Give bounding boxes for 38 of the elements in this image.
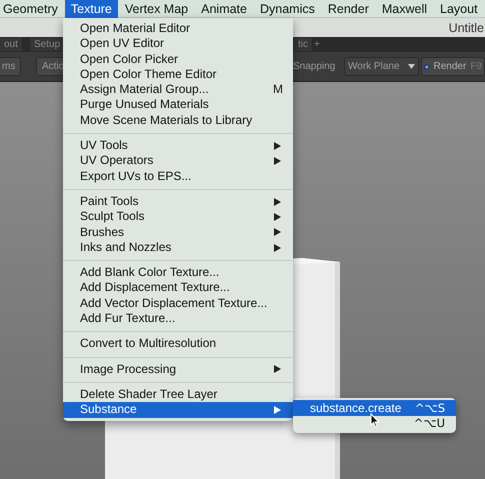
menu-item[interactable]: Convert to Multiresolution: [63, 336, 293, 352]
caret-icon: [408, 64, 415, 69]
menu-bar-item[interactable]: Layout: [434, 0, 484, 18]
work-plane-dropdown[interactable]: Work Plane: [344, 57, 419, 76]
add-tab-button[interactable]: +: [310, 38, 324, 51]
menu-item[interactable]: Move Scene Materials to Library: [63, 112, 293, 128]
menu-item[interactable]: Purge Unused Materials: [63, 97, 293, 113]
pointer-icon: [370, 413, 380, 428]
menu-bar-item[interactable]: Dynamics: [254, 0, 321, 18]
menu-item[interactable]: Paint Tools: [63, 194, 293, 210]
menu-item[interactable]: Add Displacement Texture...: [63, 280, 293, 296]
menu-item[interactable]: UV Operators: [63, 153, 293, 169]
render-label: Render: [434, 61, 466, 72]
menu-item[interactable]: Assign Material Group... M: [63, 82, 293, 98]
submenu-arrow-icon: [274, 406, 281, 414]
submenu-arrow-icon: [274, 365, 281, 374]
menu-item[interactable]: Brushes: [63, 224, 293, 240]
window-title: Untitle: [448, 20, 484, 34]
menu-item[interactable]: ^⌥U: [293, 416, 456, 431]
menu-item[interactable]: Add Fur Texture...: [63, 311, 293, 326]
menu-item[interactable]: Substance: [63, 402, 293, 418]
menu-item[interactable]: Delete Shader Tree Layer: [63, 386, 293, 402]
menu-item[interactable]: Add Blank Color Texture...: [63, 265, 293, 280]
menu-item[interactable]: Open UV Editor: [63, 36, 293, 52]
menu-bar-item[interactable]: Texture: [64, 0, 118, 18]
menu-bar-item[interactable]: Geometry: [0, 0, 64, 18]
menu-item[interactable]: Sculpt Tools: [63, 209, 293, 225]
menu-item[interactable]: Image Processing: [63, 362, 293, 377]
menu-item[interactable]: Export UVs to EPS...: [63, 168, 293, 184]
menu-item[interactable]: Add Vector Displacement Texture...: [63, 296, 293, 312]
menu-item[interactable]: UV Tools: [63, 138, 293, 154]
menu-bar-item[interactable]: Vertex Map: [118, 0, 194, 18]
menu-item[interactable]: Open Material Editor: [63, 21, 293, 36]
menu-bar-item[interactable]: Render: [322, 0, 375, 18]
menu-item[interactable]: substance.create ^⌥S: [293, 400, 456, 416]
menu-bar-item[interactable]: Maxwell: [376, 0, 434, 18]
menu-item[interactable]: Inks and Nozzles: [63, 240, 293, 256]
menu-bar-item[interactable]: Animate: [195, 0, 253, 18]
